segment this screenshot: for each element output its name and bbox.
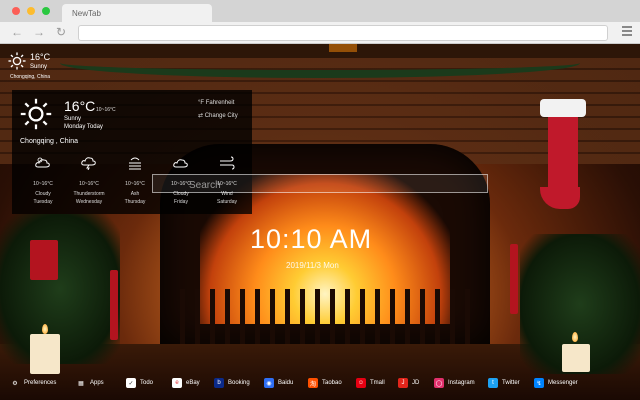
todo-link[interactable]: ✓ Todo xyxy=(126,378,153,388)
weather-panel: 16°C 10~16°C Sunny Monday Today °F Fahre… xyxy=(12,90,252,214)
grid-icon: ▦ xyxy=(78,380,84,387)
fire-grate xyxy=(180,289,470,345)
bottom-item-label: Tmall xyxy=(370,380,385,386)
forecast-day-name: Thursday xyxy=(124,199,146,205)
forecast-day: 10~16°C Thunderstorm Wednesday xyxy=(66,156,112,205)
taobao-icon: 淘 xyxy=(308,378,318,388)
booking-icon: b xyxy=(214,378,224,388)
stocking xyxy=(540,99,586,209)
ash-icon xyxy=(129,157,141,170)
decor-left xyxy=(0,214,120,364)
panel-location: Chongqing , China xyxy=(20,138,78,145)
mini-temp: 16°C xyxy=(30,52,51,62)
ebay-link[interactable]: e eBay xyxy=(172,378,200,388)
forecast-condition: Cloudy xyxy=(35,191,51,197)
top-badge xyxy=(329,44,357,52)
bottom-item-label: Preferences xyxy=(24,380,57,386)
candle-flame xyxy=(572,332,578,342)
current-condition: Sunny xyxy=(64,116,82,122)
candle xyxy=(30,240,58,280)
fahrenheit-toggle[interactable]: °F Fahrenheit xyxy=(198,100,234,106)
tmall-link[interactable]: ☺ Tmall xyxy=(356,378,385,388)
bottom-item-label: Baidu xyxy=(278,380,294,386)
bottom-item-label: Booking xyxy=(228,380,250,386)
candle xyxy=(110,270,118,340)
candle xyxy=(510,244,518,314)
browser-toolbar: ← → ↻ xyxy=(0,22,640,44)
messenger-link[interactable]: ↯ Messenger xyxy=(534,378,578,388)
reload-icon[interactable]: ↻ xyxy=(54,25,68,39)
candle-flame xyxy=(42,324,48,334)
cloudy-icon xyxy=(173,159,188,168)
forecast-day-name: Tuesday xyxy=(33,199,53,205)
tab-title: NewTab xyxy=(72,9,101,18)
clock-date: 2019/11/3 Mon xyxy=(286,261,339,270)
booking-link[interactable]: b Booking xyxy=(214,378,250,388)
forecast-day-name: Friday xyxy=(174,199,188,205)
jd-icon: J xyxy=(398,378,408,388)
instagram-link[interactable]: ◯ Instagram xyxy=(434,378,475,388)
current-day: Monday Today xyxy=(64,124,103,130)
change-city-button[interactable]: ⇄ Change City xyxy=(198,112,238,119)
thunderstorm-icon xyxy=(81,157,96,171)
mini-location: Chongqing, China xyxy=(10,74,51,80)
minimize-window-button[interactable] xyxy=(27,7,35,15)
forecast-condition: Thunderstorm xyxy=(73,191,105,197)
bottom-item-label: Messenger xyxy=(548,380,578,386)
address-bar[interactable] xyxy=(78,25,608,41)
cloudy-icon xyxy=(35,157,50,168)
wind-icon xyxy=(220,156,235,170)
close-window-button[interactable] xyxy=(12,7,20,15)
forward-arrow-icon[interactable]: → xyxy=(32,25,46,39)
preferences-button[interactable]: ⚙ Preferences xyxy=(10,378,56,388)
forecast-range: 10~16°C xyxy=(79,181,99,187)
candle xyxy=(30,334,60,374)
jd-link[interactable]: J JD xyxy=(398,378,419,388)
browser-chrome: NewTab ← → ↻ xyxy=(0,0,640,44)
clock-time: 10:10 AM xyxy=(250,224,373,254)
bottom-item-label: JD xyxy=(412,380,420,386)
ebay-icon: e xyxy=(172,378,182,388)
mini-condition: Sunny xyxy=(30,64,48,70)
twitter-link[interactable]: t Twitter xyxy=(488,378,520,388)
bottom-item-label: eBay xyxy=(186,380,200,386)
candle xyxy=(562,344,590,372)
garland xyxy=(60,48,580,78)
bottom-item-label: Instagram xyxy=(448,380,475,386)
gear-icon: ⚙ xyxy=(12,380,18,387)
messenger-icon: ↯ xyxy=(534,378,544,388)
browser-tab[interactable]: NewTab xyxy=(62,4,212,22)
tmall-icon: ☺ xyxy=(356,378,366,388)
current-range: 10~16°C xyxy=(96,107,116,113)
baidu-link[interactable]: ◉ Baidu xyxy=(264,378,293,388)
bottom-item-label: Twitter xyxy=(502,380,520,386)
bottom-item-label: Todo xyxy=(140,380,154,386)
taobao-link[interactable]: 淘 Taobao xyxy=(308,378,342,388)
search-box xyxy=(152,174,488,194)
bottom-item-label: Taobao xyxy=(322,380,342,386)
sun-icon xyxy=(8,52,26,70)
apps-button[interactable]: ▦ Apps xyxy=(76,378,104,388)
tab-strip: NewTab xyxy=(0,0,640,22)
instagram-icon: ◯ xyxy=(434,378,444,388)
current-temp: 16°C xyxy=(64,98,96,114)
forecast-range: 10~16°C xyxy=(33,181,53,187)
bottom-item-label: Apps xyxy=(90,380,104,386)
forecast-day-name: Wednesday xyxy=(75,199,103,205)
check-icon: ✓ xyxy=(126,378,136,388)
sun-icon xyxy=(20,98,52,130)
maximize-window-button[interactable] xyxy=(42,7,50,15)
baidu-icon: ◉ xyxy=(264,378,274,388)
twitter-icon: t xyxy=(488,378,498,388)
forecast-day: 10~16°C Cloudy Tuesday xyxy=(20,156,66,205)
forecast-day-name: Saturday xyxy=(216,199,237,205)
menu-icon[interactable] xyxy=(622,26,632,38)
bottom-bar: ⚙ Preferences ▦ Apps ✓ Todo e eBay b Boo… xyxy=(0,374,640,394)
back-arrow-icon[interactable]: ← xyxy=(10,25,24,39)
search-input[interactable] xyxy=(153,177,487,194)
